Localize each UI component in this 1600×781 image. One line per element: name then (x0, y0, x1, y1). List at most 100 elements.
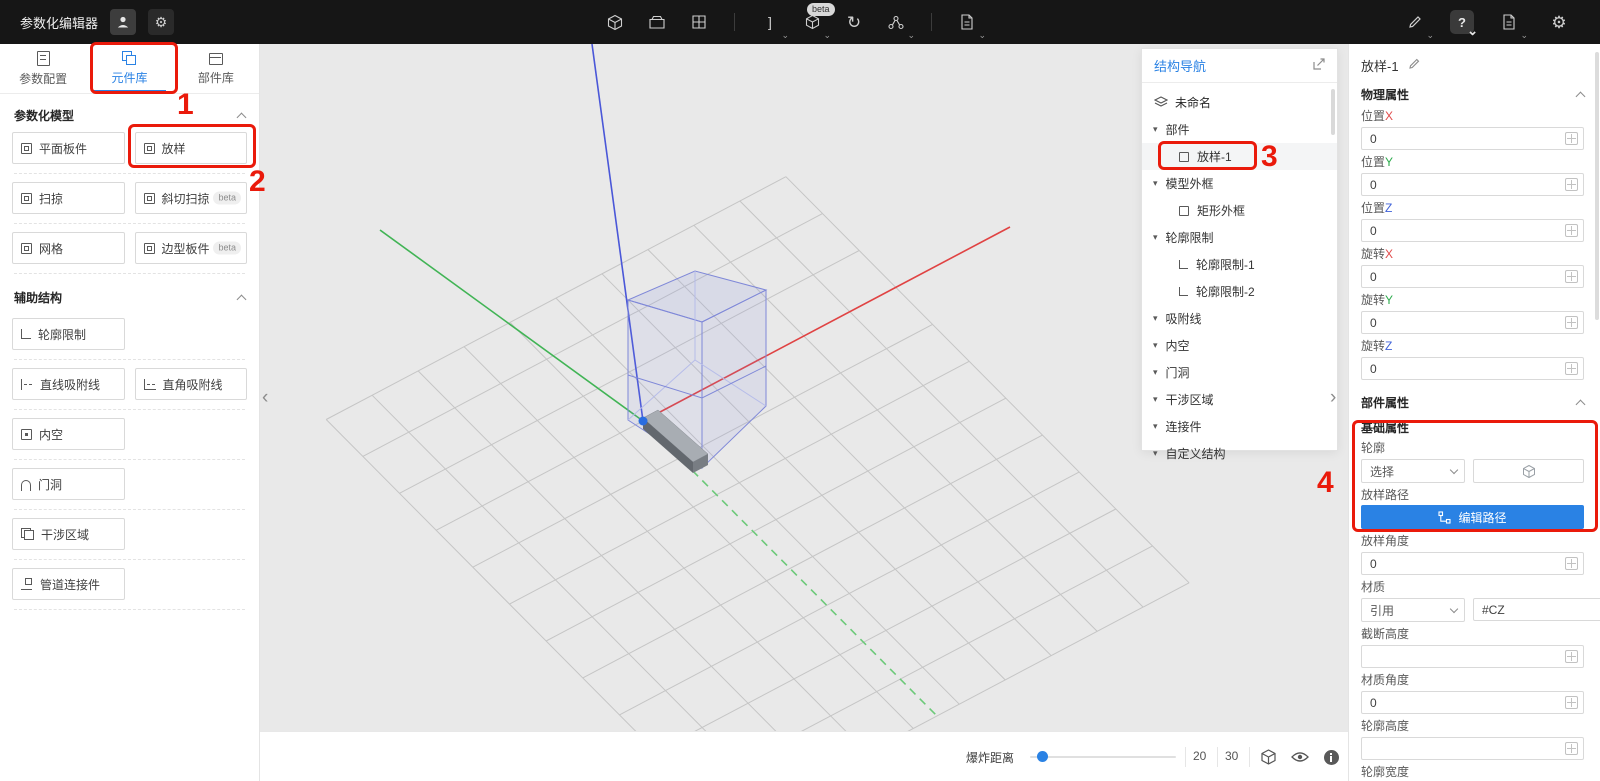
explode-distance-slider[interactable] (1030, 756, 1176, 758)
tree-root-unnamed[interactable]: 未命名 (1142, 89, 1337, 116)
material-angle-input[interactable] (1361, 691, 1584, 714)
chevron-down-icon[interactable]: ▾ (1153, 341, 1158, 350)
cut-height-value[interactable] (1370, 650, 1565, 664)
rotation-x-value[interactable] (1370, 270, 1565, 284)
model-button-sweep[interactable]: 扫掠 (12, 182, 125, 214)
part-properties-header[interactable]: 部件属性 (1361, 392, 1584, 412)
model-button-plane-panel[interactable]: 平面板件 (12, 132, 125, 164)
formula-icon[interactable] (1565, 362, 1578, 375)
document-icon[interactable]: ⌄ (1494, 7, 1524, 37)
history-icon[interactable]: ↻ (839, 7, 869, 37)
tab-component-library[interactable]: 元件库 (86, 44, 172, 93)
position-x-input[interactable] (1361, 127, 1584, 150)
share-graph-icon[interactable]: ⌄ (881, 7, 911, 37)
profile-height-value[interactable] (1370, 742, 1565, 756)
tree-group-parts[interactable]: ▾ 部件 (1142, 116, 1337, 143)
export-document-icon[interactable]: ⌄ (952, 7, 982, 37)
aux-button-door-opening[interactable]: 门洞 (12, 468, 125, 500)
tree-group-interference-zone[interactable]: ▾ 干涉区域 (1142, 386, 1337, 413)
tree-item-profile-limit-1[interactable]: 轮廓限制-1 (1142, 251, 1337, 278)
chevron-down-icon[interactable]: ▾ (1153, 449, 1158, 458)
position-y-input[interactable] (1361, 173, 1584, 196)
formula-icon[interactable] (1565, 224, 1578, 237)
position-z-input[interactable] (1361, 219, 1584, 242)
model-button-mesh[interactable]: 网格 (12, 232, 125, 264)
dropdown-caret-icon[interactable]: ⌄ (907, 31, 915, 40)
chevron-down-icon[interactable]: ▾ (1153, 368, 1158, 377)
settings-gear-icon[interactable]: ⚙ (1544, 7, 1574, 37)
chevron-up-icon[interactable] (237, 112, 247, 122)
material-ref-value[interactable] (1482, 603, 1600, 617)
formula-icon[interactable] (1565, 178, 1578, 191)
aux-button-pipe-connector[interactable]: 管道连接件 (12, 568, 125, 600)
profile-preview-box[interactable] (1473, 459, 1584, 483)
edit-path-button[interactable]: 编辑路径 (1361, 505, 1584, 529)
workspace-gear-button[interactable]: ⚙ (148, 9, 174, 35)
rotation-x-input[interactable] (1361, 265, 1584, 288)
component-box-icon[interactable] (642, 7, 672, 37)
material-select[interactable]: 引用 (1361, 598, 1465, 622)
formula-icon[interactable] (1565, 650, 1578, 663)
scrollbar-thumb[interactable] (1331, 89, 1335, 135)
tree-group-inner-void[interactable]: ▾ 内空 (1142, 332, 1337, 359)
rotation-z-value[interactable] (1370, 362, 1565, 376)
position-z-value[interactable] (1370, 224, 1565, 238)
chevron-down-icon[interactable]: ▾ (1153, 395, 1158, 404)
aux-button-interference-zone[interactable]: 干涉区域 (12, 518, 125, 550)
model-button-loft[interactable]: 放样 (135, 132, 248, 164)
chevron-up-icon[interactable] (1576, 91, 1586, 101)
chevron-down-icon[interactable]: ▾ (1153, 125, 1158, 134)
aux-button-right-angle-snap[interactable]: 直角吸附线 (135, 368, 248, 400)
position-x-value[interactable] (1370, 132, 1565, 146)
scrollbar-thumb[interactable] (1595, 52, 1599, 320)
formula-icon[interactable] (1565, 316, 1578, 329)
material-angle-value[interactable] (1370, 696, 1565, 710)
visibility-eye-icon[interactable] (1289, 746, 1311, 768)
beta-model-tool-icon[interactable]: beta ⌄ (797, 7, 827, 37)
cube-view-icon[interactable] (1257, 746, 1279, 768)
formula-icon[interactable] (1565, 742, 1578, 755)
edit-pencil-icon[interactable]: ⌄ (1400, 7, 1430, 37)
dropdown-caret-icon[interactable]: ⌄ (781, 31, 789, 40)
slider-handle[interactable] (1037, 751, 1048, 762)
tree-item-profile-limit-2[interactable]: 轮廓限制-2 (1142, 278, 1337, 305)
loft-angle-value[interactable] (1370, 557, 1565, 571)
tab-part-library[interactable]: 部件库 (173, 44, 259, 93)
tree-group-profile-limit[interactable]: ▾ 轮廓限制 (1142, 224, 1337, 251)
rename-pencil-icon[interactable] (1408, 57, 1421, 73)
rotation-y-value[interactable] (1370, 316, 1565, 330)
chevron-up-icon[interactable] (237, 294, 247, 304)
collapse-right-panel-chevron[interactable]: › (1330, 388, 1336, 407)
formula-icon[interactable] (1565, 696, 1578, 709)
loft-wireframe-box[interactable] (628, 271, 766, 468)
chevron-down-icon[interactable]: ▾ (1153, 179, 1158, 188)
chevron-down-icon[interactable]: ▾ (1153, 422, 1158, 431)
assembly-cube-icon[interactable] (600, 7, 630, 37)
loft-angle-input[interactable] (1361, 552, 1584, 575)
formula-icon[interactable] (1565, 557, 1578, 570)
collapse-left-panel-chevron[interactable]: ‹ (262, 388, 268, 407)
tree-group-custom-structure[interactable]: ▾ 自定义结构 (1142, 440, 1337, 467)
tree-group-model-frame[interactable]: ▾ 模型外框 (1142, 170, 1337, 197)
chevron-up-icon[interactable] (1576, 399, 1586, 409)
physical-properties-header[interactable]: 物理属性 (1361, 84, 1584, 104)
tree-item-rect-frame[interactable]: 矩形外框 (1142, 197, 1337, 224)
grid-size-30[interactable]: 30 (1225, 749, 1238, 763)
grid-tool-icon[interactable] (684, 7, 714, 37)
tab-parameter-config[interactable]: 参数配置 (0, 44, 86, 93)
bracket-tool-icon[interactable]: ] ⌄ (755, 7, 785, 37)
popout-icon[interactable] (1313, 57, 1325, 75)
formula-icon[interactable] (1565, 132, 1578, 145)
section-auxiliary-structures[interactable]: 辅助结构 (14, 288, 245, 306)
aux-button-line-snap[interactable]: 直线吸附线 (12, 368, 125, 400)
model-button-miter-sweep[interactable]: 斜切扫掠 beta (135, 182, 248, 214)
tree-group-connectors[interactable]: ▾ 连接件 (1142, 413, 1337, 440)
dropdown-caret-icon[interactable]: ⌄ (1426, 31, 1434, 40)
origin-point[interactable] (639, 417, 648, 426)
profile-select[interactable]: 选择 (1361, 459, 1465, 483)
rotation-z-input[interactable] (1361, 357, 1584, 380)
tree-group-snap-lines[interactable]: ▾ 吸附线 (1142, 305, 1337, 332)
grid-size-20[interactable]: 20 (1193, 749, 1206, 763)
tree-item-loft-1[interactable]: 放样-1 (1142, 143, 1337, 170)
aux-button-inner-void[interactable]: 内空 (12, 418, 125, 450)
